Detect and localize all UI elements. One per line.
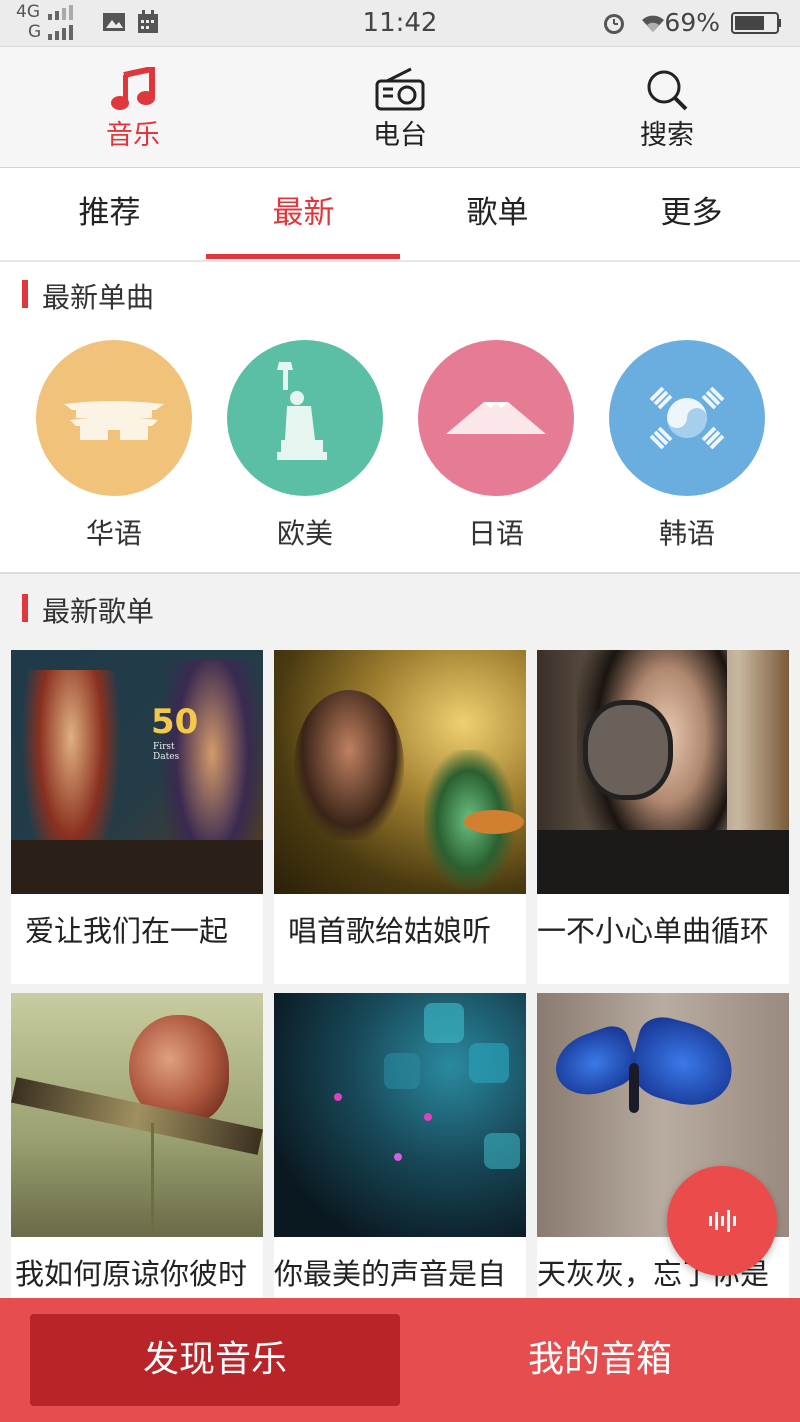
now-playing-button[interactable] <box>667 1166 777 1276</box>
battery-percentage: 69% <box>664 8 720 37</box>
nav-radio[interactable]: 电台 <box>300 47 500 167</box>
sub-tabs: 推荐 最新 歌单 更多 <box>0 168 800 262</box>
tab-latest[interactable]: 最新 <box>206 168 401 260</box>
playlist-card[interactable]: 50 First Dates 爱让我们在一起 <box>11 650 263 984</box>
tab-recommend[interactable]: 推荐 <box>12 168 207 260</box>
music-note-icon <box>111 67 155 110</box>
tab-playlists[interactable]: 歌单 <box>400 168 595 260</box>
playlist-card[interactable]: 你最美的声音是自 <box>274 993 526 1327</box>
category-chinese[interactable]: 华语 <box>34 340 194 552</box>
category-japanese[interactable]: 日语 <box>416 340 576 552</box>
battery-icon <box>731 12 781 34</box>
category-japanese-label: 日语 <box>467 517 524 550</box>
playlist-cover-image: 50 First Dates <box>11 650 263 894</box>
new-singles-section: 最新单曲 华语 欧美 日语 韩语 <box>0 262 800 574</box>
playlist-title: 一不小心单曲循环 <box>537 914 770 948</box>
nav-music-label: 音乐 <box>106 120 160 151</box>
playlist-title: 你最美的声音是自 <box>274 1257 507 1291</box>
category-western[interactable]: 欧美 <box>225 340 385 552</box>
search-icon <box>647 70 688 111</box>
tab-discover-music[interactable]: 发现音乐 <box>30 1314 400 1406</box>
section-marker-2 <box>22 594 28 622</box>
playlist-title: 我如何原谅你彼时 <box>15 1257 248 1291</box>
nav-search-label: 搜索 <box>640 120 694 151</box>
status-bar: 4G G 11:42 69% <box>0 0 800 47</box>
category-korean[interactable]: 韩语 <box>607 340 767 552</box>
tab-my-speaker[interactable]: 我的音箱 <box>415 1314 785 1406</box>
nav-radio-label: 电台 <box>373 120 427 151</box>
nav-search[interactable]: 搜索 <box>567 47 767 167</box>
playlist-card[interactable]: 我如何原谅你彼时 <box>11 993 263 1327</box>
radio-icon <box>375 67 425 111</box>
alarm-icon <box>604 14 624 34</box>
statue-of-liberty-icon <box>227 340 383 496</box>
category-chinese-label: 华语 <box>85 517 142 550</box>
tab-more[interactable]: 更多 <box>594 168 789 260</box>
section-marker <box>22 280 28 308</box>
soundwave-icon <box>709 1210 736 1232</box>
active-tab-indicator <box>206 254 400 259</box>
palace-icon <box>36 340 192 496</box>
mount-fuji-icon <box>418 340 574 496</box>
korean-flag-icon <box>609 340 765 496</box>
category-western-label: 欧美 <box>276 517 333 550</box>
playlist-title: 爱让我们在一起 <box>25 914 229 948</box>
playlist-title: 唱首歌给姑娘听 <box>288 914 492 948</box>
playlist-card[interactable]: 唱首歌给姑娘听 <box>274 650 526 984</box>
new-singles-title: 最新单曲 <box>42 281 155 314</box>
cover-number-text: 50 <box>151 702 199 742</box>
playlist-cover-image <box>537 650 789 894</box>
bottom-tab-bar: 发现音乐 我的音箱 <box>0 1298 800 1422</box>
cover-small-text: First Dates <box>153 742 180 762</box>
category-korean-label: 韩语 <box>658 517 715 550</box>
top-navigation: 音乐 电台 搜索 <box>0 47 800 168</box>
playlist-card[interactable]: 一不小心单曲循环 <box>537 650 789 984</box>
new-playlists-title: 最新歌单 <box>42 595 155 628</box>
new-playlists-header: 最新歌单 <box>0 574 800 646</box>
playlist-cover-image <box>274 993 526 1237</box>
nav-music[interactable]: 音乐 <box>33 47 233 167</box>
playlist-card[interactable]: 天灰灰，忘了你是 <box>537 993 789 1327</box>
playlist-cover-image <box>11 993 263 1237</box>
playlist-cover-image <box>274 650 526 894</box>
